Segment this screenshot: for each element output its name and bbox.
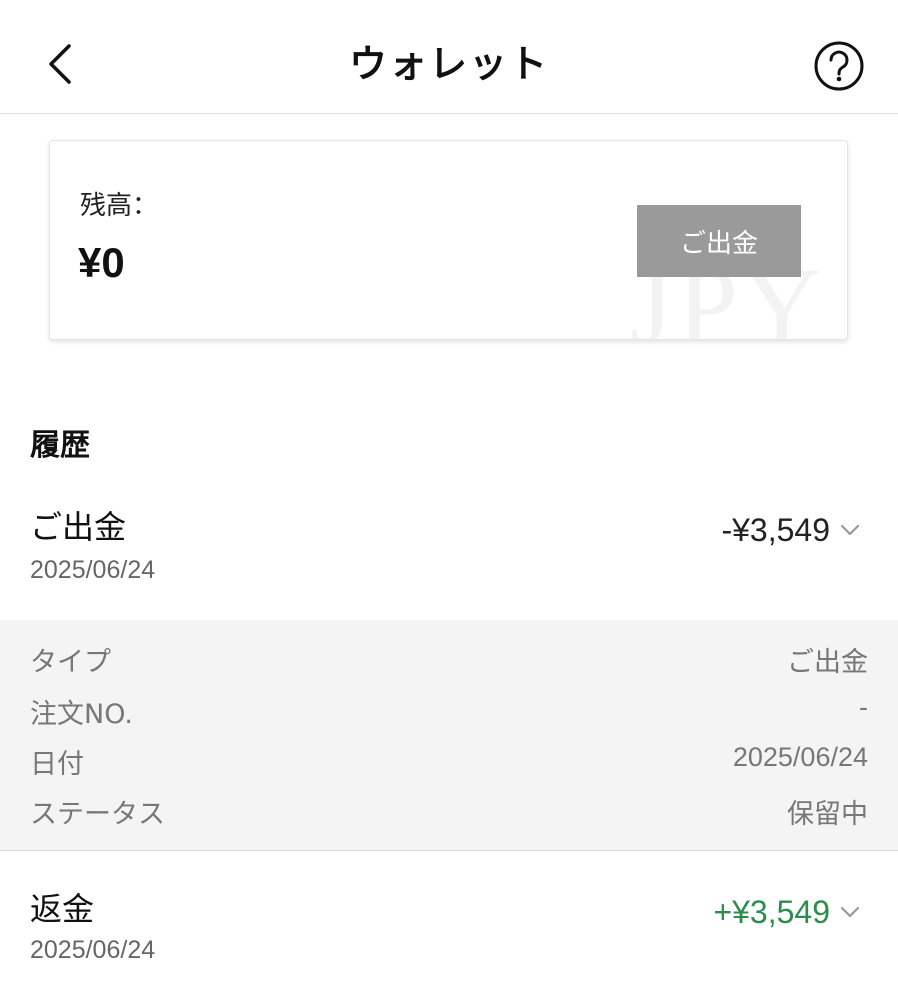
detail-label: タイプ — [30, 647, 111, 678]
balance-value: ¥0 — [78, 239, 125, 286]
transaction-date: 2025/06/24 — [30, 936, 156, 964]
detail-value: - — [859, 692, 868, 722]
balance-card: JPY 残高： ¥0 ご出金 — [49, 140, 848, 340]
detail-value: 2025/06/24 — [732, 742, 868, 772]
history-title: 履歴 — [30, 428, 90, 463]
withdraw-button[interactable]: ご出金 — [637, 205, 801, 277]
detail-row-status: ステータス 保留中 — [0, 792, 898, 840]
page-title: ウォレット — [348, 42, 549, 86]
detail-row-type: タイプ ご出金 — [0, 640, 898, 688]
transaction-amount: +¥3,549 — [713, 894, 830, 930]
transaction-date: 2025/06/24 — [30, 556, 156, 584]
detail-value: ご出金 — [787, 647, 868, 677]
chevron-down-icon[interactable] — [838, 518, 862, 542]
transaction-item[interactable]: 返金 2025/06/24 +¥3,549 — [0, 872, 898, 999]
detail-row-order-no: 注文NO. - — [0, 692, 898, 740]
transaction-amount: -¥3,549 — [721, 512, 830, 548]
detail-label: ステータス — [30, 799, 165, 830]
help-button[interactable] — [812, 39, 866, 93]
detail-row-date: 日付 2025/06/24 — [0, 742, 898, 790]
balance-label: 残高： — [80, 191, 159, 221]
detail-label: 注文NO. — [30, 699, 133, 730]
app-header: ウォレット — [0, 0, 898, 114]
transaction-details: タイプ ご出金 注文NO. - 日付 2025/06/24 ステータス 保留中 — [0, 620, 898, 851]
question-circle-icon — [814, 41, 864, 91]
detail-value: 保留中 — [787, 799, 868, 829]
transaction-item[interactable]: ご出金 2025/06/24 -¥3,549 — [0, 490, 898, 620]
transaction-title: 返金 — [30, 890, 95, 928]
transaction-title: ご出金 — [30, 508, 127, 546]
chevron-down-icon[interactable] — [838, 900, 862, 924]
detail-label: 日付 — [30, 749, 84, 780]
